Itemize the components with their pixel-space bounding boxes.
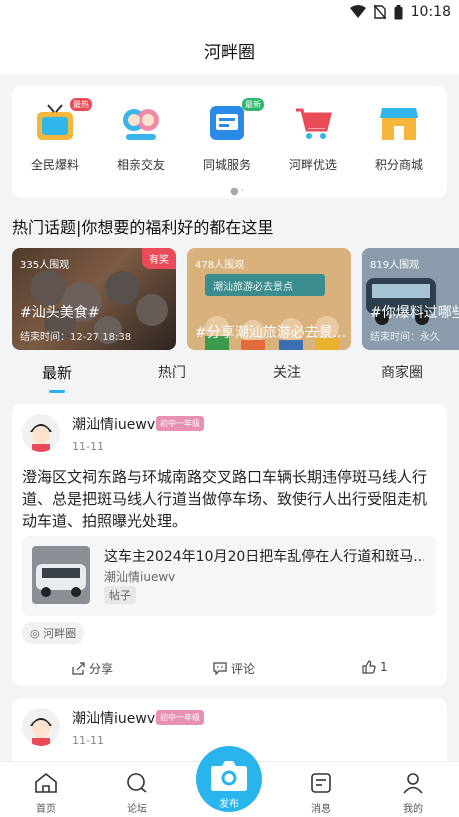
new-badge: 最新 [242, 98, 264, 111]
topic-card[interactable]: 潮汕旅游必去景点 478人围观 #分享潮汕旅游必去景... [187, 248, 351, 350]
quick-link-selected[interactable]: 河畔优选 [270, 102, 356, 173]
nav-me[interactable]: 我的 [383, 772, 443, 815]
nav-home[interactable]: 首页 [16, 772, 76, 815]
post-card[interactable]: 潮汕情iuewv 初中一年级 11-11 澄海区文祠东路与环城南路交叉路口车辆长… [12, 404, 447, 686]
user-icon [403, 773, 423, 794]
avatar[interactable] [22, 708, 60, 746]
referenced-post-thumbnail [32, 546, 90, 604]
topic-views: 478人围观 [195, 260, 245, 271]
topic-end-time: 结束时间：12-27 18:38 [20, 332, 132, 343]
quick-link-city-service[interactable]: 最新 同城服务 [184, 98, 270, 173]
level-badge: 初中一年级 [156, 416, 204, 431]
referenced-post-tag: 帖子 [104, 586, 136, 604]
nav-messages-label: 消息 [311, 804, 331, 815]
nav-forum-label: 论坛 [127, 804, 147, 815]
tab-hot[interactable]: 热门 [158, 362, 186, 382]
section-title: 热门话题|你想要的福利好的都在这里 [12, 218, 274, 237]
quick-link-label: 积分商城 [374, 158, 423, 172]
tv-icon: 最热 [34, 98, 92, 144]
quick-link-label: 同城服务 [202, 158, 251, 172]
topic-name: #分享潮汕旅游必去景... [195, 325, 347, 341]
tab-latest[interactable]: 最新 [42, 362, 72, 383]
topic-name: #你爆料过哪些 [370, 305, 459, 321]
topic-end-time: 结束时间：永久 [370, 332, 440, 343]
topic-name: #汕头美食# [20, 305, 100, 321]
comment-label: 评论 [231, 662, 256, 676]
share-label: 分享 [89, 662, 114, 676]
shopping-cart-icon [292, 102, 334, 144]
quick-link-label: 全民爆料 [30, 158, 79, 172]
header: 河畔圈 [0, 26, 459, 74]
hot-badge: 最热 [70, 98, 92, 111]
status-time: 10:18 [410, 4, 451, 20]
quick-links-card: 最热 全民爆料 相亲交友 最新 同城服务 河畔优选 积分商城 ●· [12, 86, 447, 198]
page-title: 河畔圈 [204, 42, 255, 63]
topic-card[interactable]: 335人围观 有奖 #汕头美食# 结束时间：12-27 18:38 [12, 248, 176, 350]
referenced-post-title: 这车主2024年10月20日把车乱停在人行道和斑马... [104, 549, 424, 565]
nav-home-label: 首页 [36, 804, 56, 815]
prize-badge: 有奖 [142, 248, 176, 269]
post-date: 11-11 [72, 734, 104, 747]
tab-merchants[interactable]: 商家圈 [381, 362, 423, 382]
share-button[interactable]: 分享 [72, 660, 113, 677]
topic-image-text: 潮汕旅游必去景点 [213, 282, 293, 293]
share-icon [72, 662, 85, 675]
referenced-post-author: 潮汕情iuewv [104, 570, 176, 584]
like-button[interactable]: 1 [362, 660, 388, 674]
store-icon [378, 102, 420, 144]
quick-link-label: 河畔优选 [288, 158, 337, 172]
page-indicator: ●· [230, 186, 246, 197]
post-date: 11-11 [72, 440, 104, 453]
city-service-icon: 最新 [206, 98, 264, 144]
nav-me-label: 我的 [403, 804, 423, 815]
username[interactable]: 潮汕情iuewv [72, 708, 155, 728]
comment-icon [213, 662, 227, 675]
circle-icon: ◎ [30, 627, 40, 640]
quick-link-points-mall[interactable]: 积分商城 [356, 102, 442, 173]
referenced-post[interactable]: 这车主2024年10月20日把车乱停在人行道和斑马... 潮汕情iuewv 帖子 [22, 536, 436, 616]
publish-label: 发布 [219, 799, 239, 810]
home-icon [35, 772, 57, 793]
topic-views: 819人围观 [370, 260, 420, 271]
nav-messages[interactable]: 消息 [291, 772, 351, 815]
post-actions: 分享 评论 1 [12, 654, 447, 684]
active-tab-indicator [49, 390, 65, 393]
publish-button[interactable]: 发布 [196, 746, 262, 812]
level-badge: 初中一年级 [156, 710, 204, 725]
post-text[interactable]: 澄海区文祠东路与环城南路交叉路口车辆长期违停斑马线人行道、总是把斑马线人行道当做… [22, 466, 437, 532]
comment-button[interactable]: 评论 [213, 660, 255, 677]
tab-following[interactable]: 关注 [273, 362, 301, 382]
message-icon [311, 773, 331, 793]
quick-link-label: 相亲交友 [116, 158, 165, 172]
couple-icon [120, 102, 162, 144]
topic-views: 335人围观 [20, 260, 70, 271]
no-sim-icon [373, 5, 386, 19]
topic-card[interactable]: 819人围观 #你爆料过哪些 结束时间：永久 [362, 248, 459, 350]
like-count: 1 [380, 660, 388, 674]
quick-link-dating[interactable]: 相亲交友 [98, 102, 184, 173]
quick-link-baoliao[interactable]: 最热 全民爆料 [12, 98, 98, 173]
forum-icon [127, 773, 147, 793]
circle-tag-label: 河畔圈 [43, 627, 77, 640]
thumbs-up-icon [362, 660, 376, 674]
feed-tabs: 最新 热门 关注 商家圈 [0, 352, 459, 396]
username[interactable]: 潮汕情iuewv [72, 414, 155, 434]
camera-icon [211, 761, 247, 791]
circle-tag[interactable]: ◎ 河畔圈 [22, 622, 85, 644]
avatar[interactable] [22, 414, 60, 452]
battery-icon [394, 4, 403, 19]
wifi-icon [349, 5, 366, 18]
status-bar: 10:18 [0, 0, 459, 26]
nav-forum[interactable]: 论坛 [107, 772, 167, 815]
